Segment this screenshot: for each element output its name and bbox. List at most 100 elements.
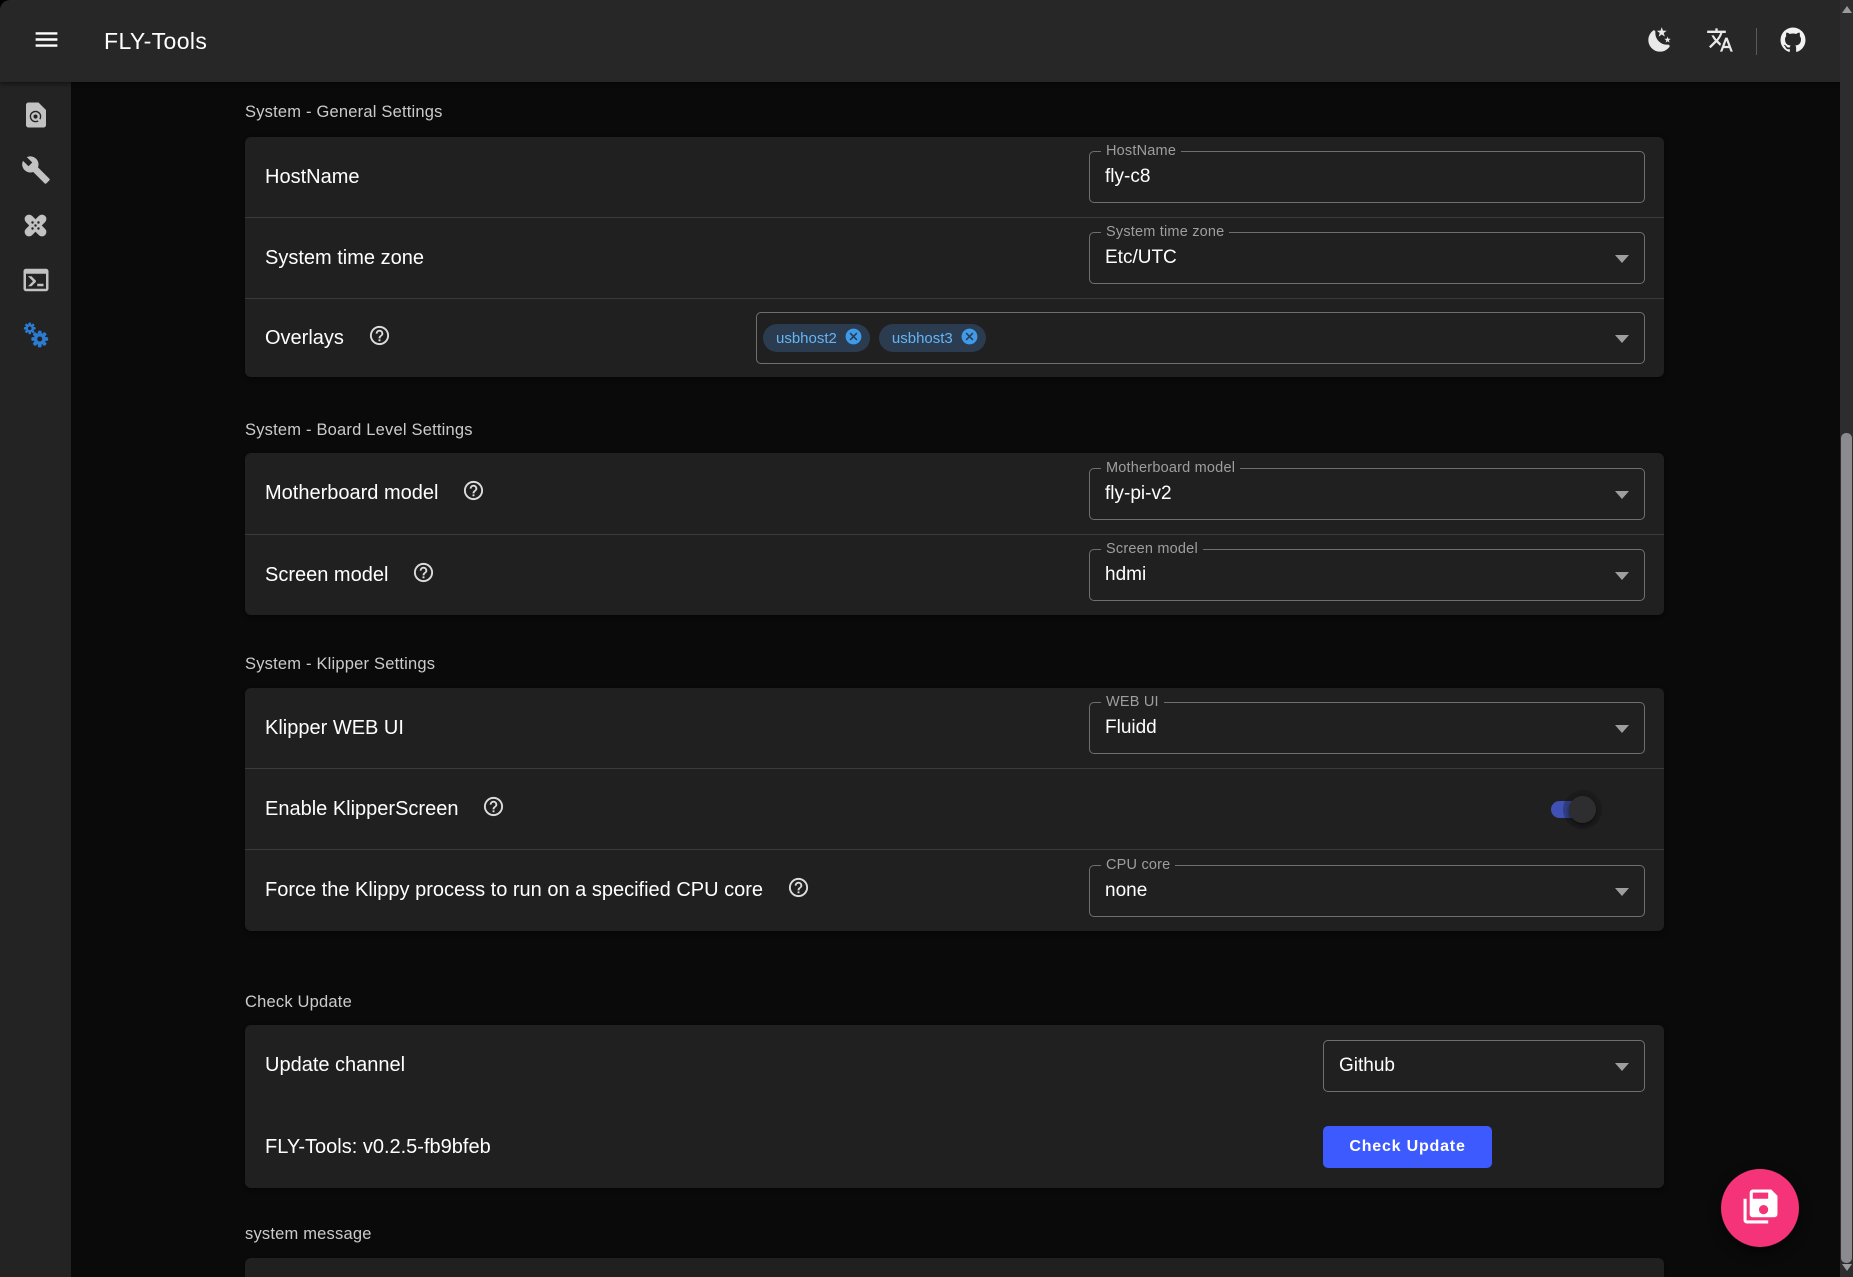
- hostname-label: HostName: [265, 166, 359, 189]
- cpu-core-field-label: CPU core: [1101, 857, 1175, 873]
- webui-value: Fluidd: [1105, 717, 1157, 739]
- cpu-core-select[interactable]: CPU core none: [1089, 865, 1645, 917]
- cogs-icon: [20, 319, 52, 354]
- help-circle-icon[interactable]: [482, 795, 505, 824]
- bandage-icon: [20, 210, 51, 244]
- file-find-icon: [21, 100, 51, 133]
- screen-model-value: hdmi: [1105, 564, 1146, 586]
- help-circle-icon[interactable]: [368, 324, 391, 353]
- motherboard-value: fly-pi-v2: [1105, 483, 1172, 505]
- menu-button[interactable]: [22, 17, 70, 65]
- scrollbar[interactable]: [1840, 0, 1853, 1277]
- app-window: FLY-Tools: [0, 0, 1853, 1277]
- card-check-update: Update channel Github FLY-Tools: v0.2.5-…: [245, 1025, 1664, 1188]
- main-content: System - General Settings HostName HostN…: [71, 82, 1853, 1277]
- help-circle-icon[interactable]: [462, 479, 485, 508]
- menu-down-icon: [1615, 255, 1629, 263]
- hostname-field-label: HostName: [1101, 143, 1181, 159]
- row-webui: Klipper WEB UI WEB UI Fluidd: [245, 688, 1664, 768]
- card-system-message: [245, 1258, 1664, 1277]
- webui-select[interactable]: WEB UI Fluidd: [1089, 702, 1645, 754]
- row-update-channel: Update channel Github: [245, 1025, 1664, 1106]
- row-screen-model: Screen model Screen model hdmi: [245, 535, 1664, 615]
- help-circle-icon[interactable]: [787, 876, 810, 905]
- overlay-chips: usbhost2 usbhost3: [763, 324, 986, 352]
- menu-down-icon: [1615, 725, 1629, 733]
- sidebar-item-file-find[interactable]: [0, 89, 71, 144]
- close-circle-icon[interactable]: [844, 327, 863, 350]
- screen-model-label: Screen model: [265, 564, 388, 587]
- klipperscreen-toggle[interactable]: [1551, 801, 1593, 818]
- hostname-value: fly-c8: [1105, 166, 1150, 188]
- row-cpu-core: Force the Klippy process to run on a spe…: [245, 850, 1664, 931]
- timezone-value: Etc/UTC: [1105, 247, 1177, 269]
- sidebar-item-console[interactable]: [0, 254, 71, 309]
- screen-model-field-label: Screen model: [1101, 541, 1203, 557]
- appbar-divider: [1756, 28, 1757, 55]
- menu-down-icon: [1615, 1063, 1629, 1071]
- scroll-up-arrow[interactable]: [1842, 6, 1852, 13]
- webui-field-label: WEB UI: [1101, 694, 1164, 710]
- timezone-field-label: System time zone: [1101, 224, 1229, 240]
- cpu-core-value: none: [1105, 880, 1147, 902]
- menu-down-icon: [1615, 491, 1629, 499]
- webui-label: Klipper WEB UI: [265, 717, 404, 740]
- card-klipper-settings: Klipper WEB UI WEB UI Fluidd Enable Klip…: [245, 688, 1664, 931]
- update-channel-label: Update channel: [265, 1054, 405, 1077]
- save-all-fab[interactable]: [1721, 1169, 1799, 1247]
- menu-down-icon: [1615, 335, 1629, 343]
- card-general-settings: HostName HostName fly-c8 System time zon…: [245, 137, 1664, 377]
- row-version: FLY-Tools: v0.2.5-fb9bfeb Check Update: [245, 1106, 1664, 1188]
- scroll-down-arrow[interactable]: [1842, 1264, 1852, 1271]
- screen-model-select[interactable]: Screen model hdmi: [1089, 549, 1645, 601]
- section-title-system-message: system message: [245, 1225, 372, 1244]
- chip-label: usbhost3: [892, 330, 953, 347]
- menu-icon: [32, 25, 61, 57]
- wrench-icon: [21, 155, 51, 188]
- dark-mode-button[interactable]: [1636, 17, 1684, 65]
- row-klipperscreen: Enable KlipperScreen: [245, 769, 1664, 849]
- save-all-icon: [1742, 1188, 1779, 1228]
- menu-down-icon: [1615, 888, 1629, 896]
- timezone-select[interactable]: System time zone Etc/UTC: [1089, 232, 1645, 284]
- row-overlays: Overlays usbhost2 usbh: [245, 299, 1664, 377]
- translate-button[interactable]: [1696, 17, 1744, 65]
- timezone-label: System time zone: [265, 247, 424, 270]
- close-circle-icon[interactable]: [960, 327, 979, 350]
- section-title-general: System - General Settings: [245, 103, 443, 122]
- motherboard-label: Motherboard model: [265, 482, 438, 505]
- sidebar-item-wrench[interactable]: [0, 144, 71, 199]
- overlays-label: Overlays: [265, 327, 344, 350]
- motherboard-field-label: Motherboard model: [1101, 460, 1240, 476]
- row-hostname: HostName HostName fly-c8: [245, 137, 1664, 217]
- chip-label: usbhost2: [776, 330, 837, 347]
- moon-stars-icon: [1646, 26, 1674, 57]
- console-icon: [21, 265, 51, 298]
- check-update-button[interactable]: Check Update: [1323, 1126, 1492, 1168]
- sidebar-item-system-settings[interactable]: [0, 309, 71, 364]
- row-motherboard: Motherboard model Motherboard model fly-…: [245, 453, 1664, 534]
- version-text: FLY-Tools: v0.2.5-fb9bfeb: [265, 1136, 491, 1159]
- section-title-update: Check Update: [245, 993, 352, 1012]
- cpu-core-label: Force the Klippy process to run on a spe…: [265, 879, 763, 902]
- scrollbar-thumb[interactable]: [1841, 433, 1852, 1263]
- hostname-input[interactable]: HostName fly-c8: [1089, 151, 1645, 203]
- row-timezone: System time zone System time zone Etc/UT…: [245, 218, 1664, 298]
- toggle-thumb: [1569, 796, 1596, 823]
- overlays-combobox[interactable]: usbhost2 usbhost3: [756, 312, 1645, 364]
- card-board-settings: Motherboard model Motherboard model fly-…: [245, 453, 1664, 615]
- appbar-actions: [1636, 0, 1817, 82]
- github-button[interactable]: [1769, 17, 1817, 65]
- update-channel-select[interactable]: Github: [1323, 1040, 1645, 1092]
- update-channel-value: Github: [1339, 1055, 1395, 1077]
- overlay-chip-usbhost2[interactable]: usbhost2: [763, 324, 870, 352]
- help-circle-icon[interactable]: [412, 561, 435, 590]
- github-icon: [1778, 25, 1808, 58]
- motherboard-select[interactable]: Motherboard model fly-pi-v2: [1089, 468, 1645, 520]
- sidebar-item-bandage[interactable]: [0, 199, 71, 254]
- sidebar: [0, 82, 71, 1277]
- overlay-chip-usbhost3[interactable]: usbhost3: [879, 324, 986, 352]
- klipperscreen-label: Enable KlipperScreen: [265, 798, 458, 821]
- menu-down-icon: [1615, 572, 1629, 580]
- section-title-board: System - Board Level Settings: [245, 421, 473, 440]
